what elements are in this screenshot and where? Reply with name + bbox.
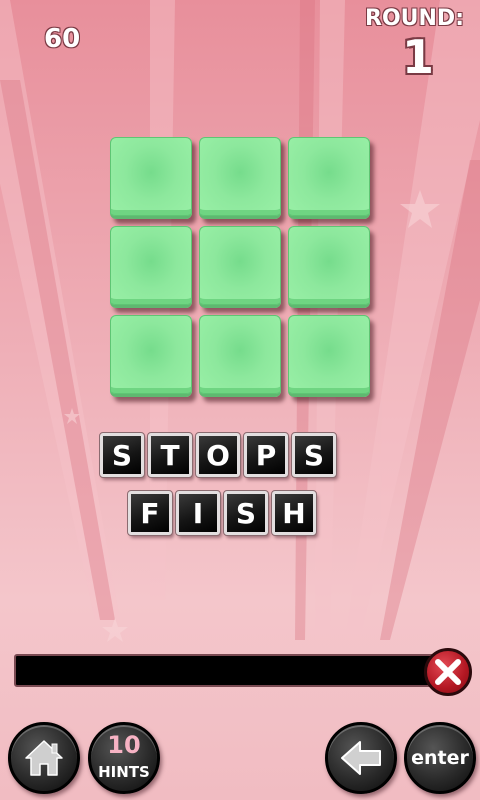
word-row-stops: S T O P S bbox=[99, 432, 337, 478]
enter-button[interactable]: enter bbox=[404, 722, 476, 794]
hints-button[interactable]: 10 HINTS bbox=[88, 722, 160, 794]
back-arrow-icon bbox=[341, 741, 381, 775]
hints-label: HINTS bbox=[98, 763, 150, 781]
clear-x-icon bbox=[435, 659, 461, 685]
tile-grid bbox=[110, 137, 374, 401]
round-number: 1 bbox=[401, 30, 434, 84]
letter-tile[interactable]: H bbox=[271, 490, 317, 536]
board-tile[interactable] bbox=[288, 315, 370, 397]
home-icon bbox=[25, 740, 63, 776]
score-display: 60 bbox=[44, 24, 81, 54]
word-row-fish: F I S H bbox=[127, 490, 317, 536]
letter-tile[interactable]: S bbox=[99, 432, 145, 478]
board-tile[interactable] bbox=[199, 137, 281, 219]
letter-tile[interactable]: O bbox=[195, 432, 241, 478]
hints-count: 10 bbox=[107, 731, 141, 759]
letter-tile[interactable]: S bbox=[291, 432, 337, 478]
enter-label: enter bbox=[411, 747, 469, 769]
answer-input[interactable] bbox=[14, 654, 454, 687]
letter-tile[interactable]: T bbox=[147, 432, 193, 478]
letter-tile[interactable]: F bbox=[127, 490, 173, 536]
board-tile[interactable] bbox=[199, 315, 281, 397]
board-tile[interactable] bbox=[110, 315, 192, 397]
board-tile[interactable] bbox=[199, 226, 281, 308]
round-label: ROUND: bbox=[365, 6, 464, 31]
board-tile[interactable] bbox=[110, 137, 192, 219]
board-tile[interactable] bbox=[288, 226, 370, 308]
letter-tile[interactable]: P bbox=[243, 432, 289, 478]
home-button[interactable] bbox=[8, 722, 80, 794]
back-button[interactable] bbox=[325, 722, 397, 794]
letter-tile[interactable]: I bbox=[175, 490, 221, 536]
board-tile[interactable] bbox=[288, 137, 370, 219]
board-tile[interactable] bbox=[110, 226, 192, 308]
clear-button[interactable] bbox=[424, 648, 472, 696]
letter-tile[interactable]: S bbox=[223, 490, 269, 536]
